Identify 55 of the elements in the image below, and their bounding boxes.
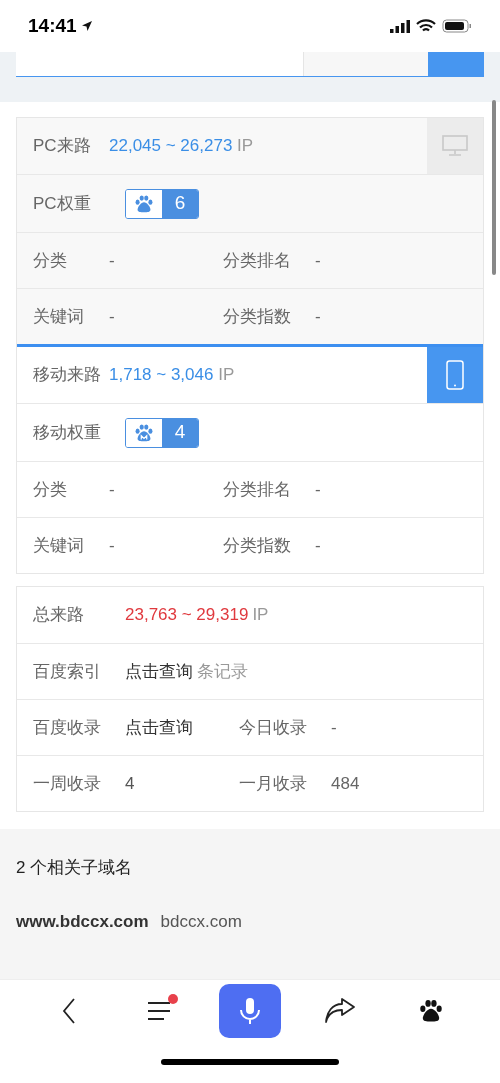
device-tab[interactable] (427, 118, 483, 174)
field-value: 23,763 ~ 29,319 (125, 604, 249, 627)
field-label: 分类排名 (223, 478, 292, 501)
phone-icon (446, 360, 464, 390)
field-value: - (109, 249, 116, 272)
query-link[interactable]: 点击查询 (125, 658, 193, 685)
field-value: - (315, 478, 321, 501)
device-tab[interactable] (427, 347, 483, 403)
field-label: 移动权重 (32, 421, 102, 444)
field-label: PC权重 (32, 192, 92, 215)
location-arrow-icon (80, 20, 93, 32)
field-label: 百度收录 (32, 716, 102, 739)
subdomain-link[interactable]: www.bdccx.com (16, 908, 149, 934)
field-label: 关键词 (32, 305, 85, 328)
field-value: 484 (331, 772, 360, 795)
voice-button[interactable] (218, 983, 281, 1038)
field-label: 百度索引 (32, 660, 102, 683)
traffic-range: 22,045 ~ 26,273 IP (109, 135, 255, 158)
field-value: - (331, 716, 337, 739)
search-field[interactable] (16, 52, 303, 76)
field-label: PC来路 (32, 135, 92, 158)
battery-icon (442, 19, 472, 33)
microphone-icon (237, 995, 262, 1026)
subdomain-heading: 2 个相关子域名 (16, 857, 134, 879)
field-value: - (109, 305, 116, 328)
unit-label: 条记录 (197, 660, 248, 683)
field-value: - (109, 534, 116, 557)
traffic-range: 1,718 ~ 3,046 IP (109, 364, 236, 387)
field-value: 4 (125, 772, 135, 795)
monitor-icon (442, 135, 468, 157)
field-value: - (315, 534, 321, 557)
field-value: - (315, 305, 321, 328)
field-value: - (109, 478, 116, 501)
field-value: - (315, 249, 321, 272)
signal-icon (390, 19, 410, 33)
field-label: 一月收录 (239, 772, 308, 795)
root-domain: bdccx.com (160, 910, 242, 933)
field-label: 移动来路 (32, 364, 102, 387)
query-link[interactable]: 点击查询 (125, 714, 193, 741)
field-label: 分类 (32, 249, 68, 272)
unit-label: IP (252, 604, 269, 627)
field-label: 分类指数 (223, 534, 292, 557)
share-icon[interactable] (324, 997, 357, 1024)
field-label: 分类指数 (223, 305, 292, 328)
field-label: 总来路 (32, 604, 85, 627)
field-label: 今日收录 (239, 716, 308, 739)
field-label: 分类排名 (223, 249, 292, 272)
weight-badge: 6 (125, 188, 199, 219)
field-label: 关键词 (32, 534, 85, 557)
field-label: 分类 (32, 478, 68, 501)
wifi-icon (416, 19, 436, 33)
status-time: 14:41 (28, 13, 77, 38)
field-label: 一周收录 (32, 772, 102, 795)
back-icon[interactable] (62, 996, 77, 1025)
weight-badge: 4 (125, 417, 199, 448)
